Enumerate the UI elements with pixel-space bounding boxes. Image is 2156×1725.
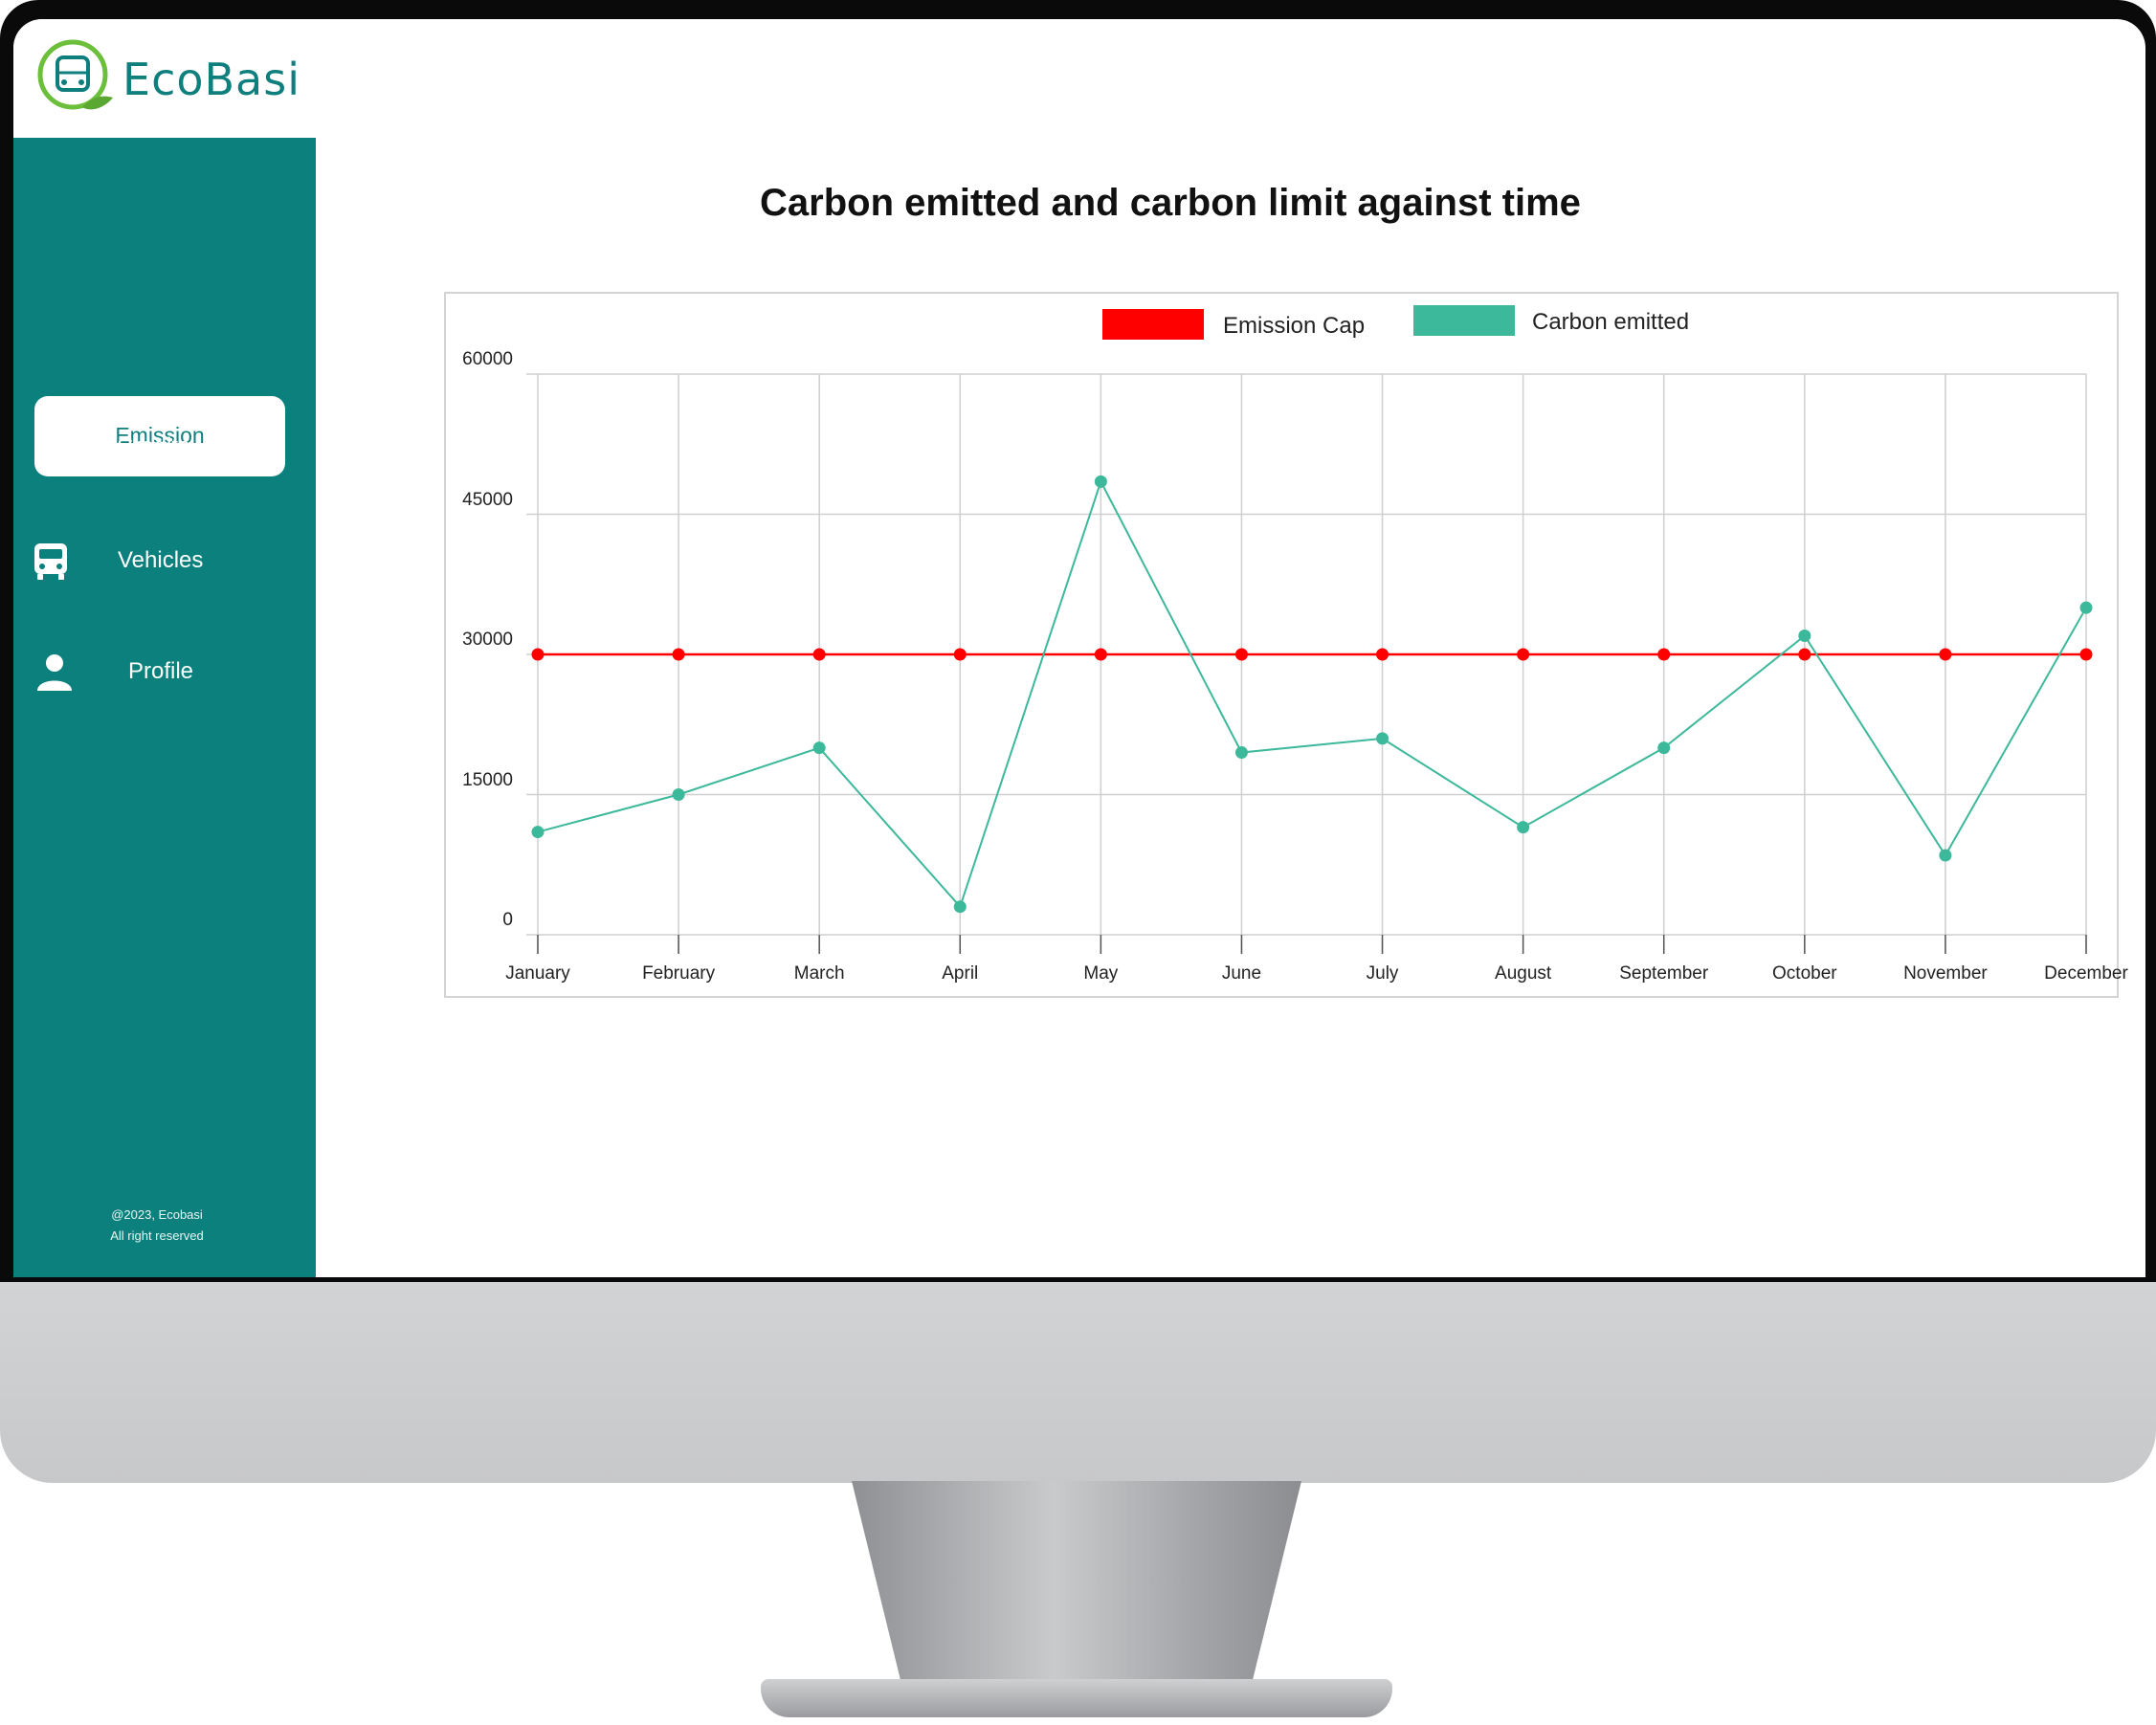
data-point [672,788,685,801]
x-tick-label: September [1619,963,1709,984]
data-point [1234,648,1248,661]
data-point [1939,648,1952,661]
chart-title: Carbon emitted and carbon limit against … [760,182,1581,224]
line-chart: Emission Cap Carbon emitted 60000 45000 30… [444,292,2128,998]
sidebar-item-label: Credits [117,433,190,459]
sidebar-item-label: Vehicles [118,547,204,573]
data-point [531,648,545,661]
bus-icon [34,543,67,580]
data-point [2079,601,2093,614]
monitor-chin [0,1282,2156,1483]
y-tick-label: 0 [502,910,513,930]
y-tick-label: 60000 [462,349,513,369]
sidebar-item-profile[interactable]: Profile [13,643,316,700]
data-point [1094,648,1107,661]
screen: EcoBasi Emission Credits Vehicles Profil… [13,19,2145,1277]
data-point [1376,648,1389,661]
data-point [1234,746,1248,760]
x-tick-label: February [642,963,716,984]
monitor-base [761,1679,1392,1717]
x-tick-label: March [793,963,845,984]
y-tick-label: 15000 [462,769,513,790]
x-tick-label: June [1221,963,1262,984]
data-point [672,648,685,661]
copyright-note: @2023, Ecobasi All right reserved [13,1205,300,1247]
x-tick-label: April [942,963,979,984]
data-point [812,741,826,755]
data-point [812,648,826,661]
data-point [1657,648,1671,661]
x-tick-label: August [1495,963,1552,984]
data-point [1094,475,1107,488]
series-line-carbon-emitted [537,478,2087,909]
sidebar-item-vehicles[interactable]: Vehicles [13,532,316,589]
coins-icon [33,437,67,464]
sidebar-item-label: Profile [128,658,194,684]
x-tick-label: May [1083,963,1119,984]
logo-area: EcoBasi [13,19,329,138]
rights-line: All right reserved [110,1228,204,1243]
data-point [1798,629,1811,642]
data-point [1517,648,1530,661]
data-point [953,900,967,914]
sidebar-item-credits[interactable]: Credits [13,418,316,475]
data-point [1517,821,1530,834]
x-tick-label: January [505,963,570,984]
monitor-stand [852,1481,1301,1701]
data-point [2079,648,2093,661]
x-tick-label: October [1772,963,1837,984]
y-tick-label: 45000 [462,489,513,510]
data-point [531,826,545,839]
data-point [953,648,967,661]
y-tick-label: 30000 [462,630,513,650]
brand-name: EcoBasi [122,54,300,105]
sidebar: Emission Credits Vehicles Profile @2023,… [13,138,316,1277]
data-point [1939,849,1952,862]
data-point [1798,648,1811,661]
x-tick-label: November [1903,963,1988,984]
copyright-line: @2023, Ecobasi [111,1207,203,1222]
x-tick-label: July [1366,963,1399,984]
x-tick-label: December [2044,963,2128,984]
data-point [1376,732,1389,745]
user-icon [37,654,72,691]
plot-area [526,373,2093,954]
data-point [1657,741,1671,755]
ecobasi-logo-icon [37,39,113,110]
